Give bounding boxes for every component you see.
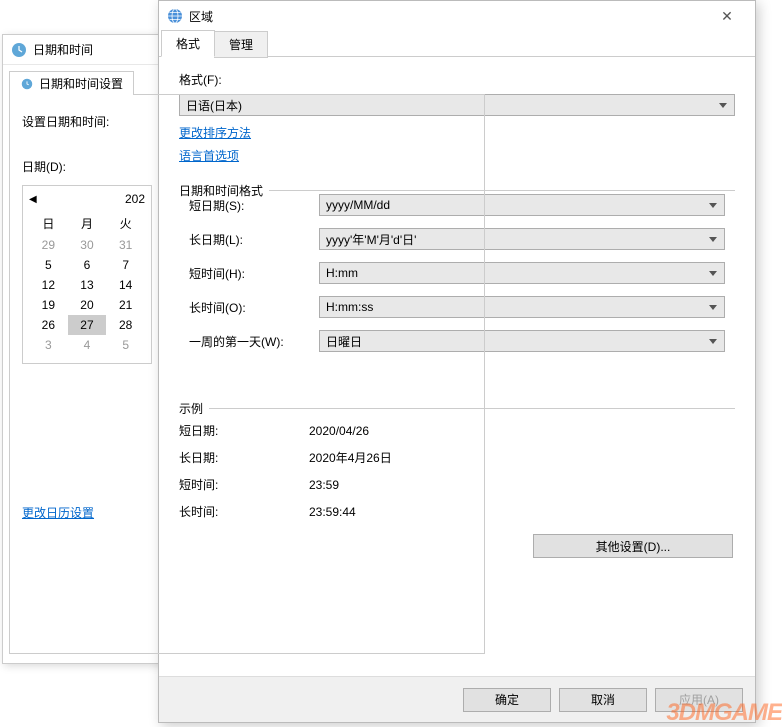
ok-button[interactable]: 确定 — [463, 688, 551, 712]
calendar-grid: 日 月 火 293031567121314192021262728345 — [29, 212, 145, 355]
cancel-button[interactable]: 取消 — [559, 688, 647, 712]
calendar-day[interactable]: 31 — [106, 235, 145, 255]
close-button[interactable]: ✕ — [707, 2, 747, 30]
calendar-day[interactable]: 19 — [29, 295, 68, 315]
calendar-day[interactable]: 14 — [106, 275, 145, 295]
calendar-day[interactable]: 12 — [29, 275, 68, 295]
calendar-day[interactable]: 29 — [29, 235, 68, 255]
change-calendar-link[interactable]: 更改日历设置 — [22, 504, 472, 521]
calendar-header: ◀ 202 — [29, 190, 145, 212]
calendar-prev-icon[interactable]: ◀ — [29, 194, 37, 205]
calendar-day[interactable]: 5 — [106, 335, 145, 355]
clock-small-icon — [20, 77, 34, 91]
calendar-day[interactable]: 30 — [68, 235, 107, 255]
set-datetime-label: 设置日期和时间: — [22, 113, 472, 130]
calendar-day[interactable]: 7 — [106, 255, 145, 275]
globe-icon — [167, 8, 183, 24]
calendar-day[interactable]: 21 — [106, 295, 145, 315]
tab-format[interactable]: 格式 — [161, 30, 215, 57]
date-time-title: 日期和时间 — [33, 41, 93, 58]
apply-button[interactable]: 应用(A) — [655, 688, 743, 712]
tab-date-time-settings-label: 日期和时间设置 — [39, 75, 123, 92]
dialog-buttons: 确定 取消 应用(A) — [159, 676, 755, 722]
date-time-panel: 设置日期和时间: 日期(D): ◀ 202 日 月 火 293031567121… — [9, 94, 485, 654]
calendar-day[interactable]: 28 — [106, 315, 145, 335]
tab-admin[interactable]: 管理 — [214, 31, 268, 58]
format-label: 格式(F): — [179, 71, 735, 88]
weekday-header: 月 — [68, 212, 107, 235]
calendar-day[interactable]: 6 — [68, 255, 107, 275]
calendar-day[interactable]: 26 — [29, 315, 68, 335]
calendar[interactable]: ◀ 202 日 月 火 2930315671213141920212627283… — [22, 185, 152, 364]
date-time-window: 日期和时间 日期和时间设置 设置日期和时间: 日期(D): ◀ 202 日 月 … — [2, 34, 492, 664]
close-icon: ✕ — [721, 8, 733, 25]
calendar-month-year: 202 — [125, 192, 145, 206]
region-titlebar: 区域 ✕ — [159, 1, 755, 31]
weekday-header: 日 — [29, 212, 68, 235]
calendar-day[interactable]: 13 — [68, 275, 107, 295]
calendar-day[interactable]: 5 — [29, 255, 68, 275]
calendar-day[interactable]: 3 — [29, 335, 68, 355]
tab-date-time-settings[interactable]: 日期和时间设置 — [9, 71, 134, 95]
tabs: 格式 管理 — [159, 31, 755, 57]
date-label: 日期(D): — [22, 158, 472, 175]
region-title: 区域 — [189, 8, 213, 25]
calendar-day[interactable]: 27 — [68, 315, 107, 335]
clock-icon — [11, 42, 27, 58]
calendar-day[interactable]: 4 — [68, 335, 107, 355]
weekday-header: 火 — [106, 212, 145, 235]
datetime-format-legend: 日期和时间格式 — [179, 182, 269, 199]
other-settings-button[interactable]: 其他设置(D)... — [533, 534, 733, 558]
calendar-day[interactable]: 20 — [68, 295, 107, 315]
